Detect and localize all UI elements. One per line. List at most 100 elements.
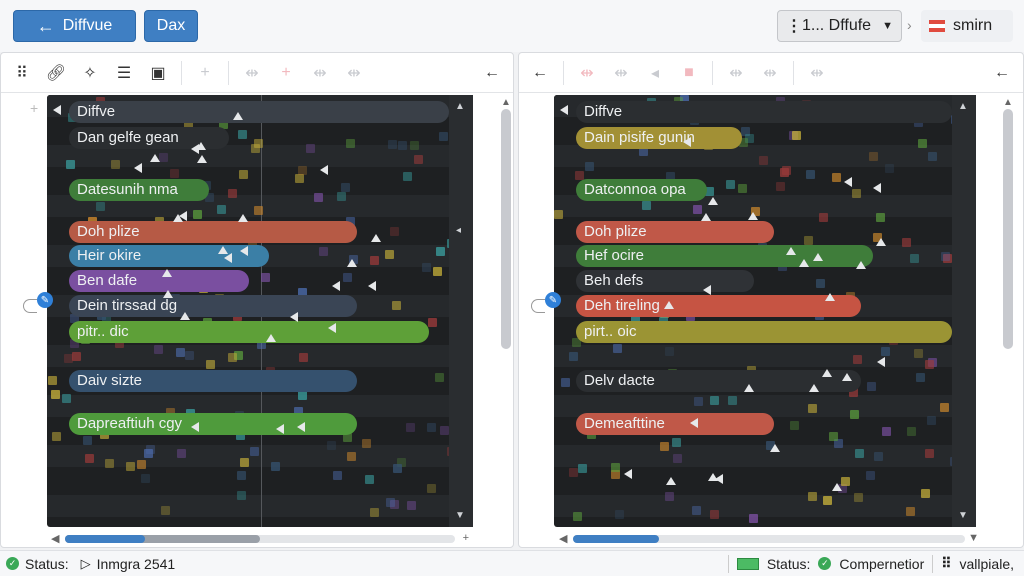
diff-row[interactable]: Dapreaftiuh cgy xyxy=(69,413,357,435)
diff-noise-block xyxy=(852,189,861,198)
diff-noise-block xyxy=(185,351,194,360)
user-chip[interactable]: smirn xyxy=(921,10,1013,42)
back-button[interactable]: ← Diffvue xyxy=(13,10,136,42)
diff-noise-block xyxy=(105,459,114,468)
scroll-up-icon[interactable]: ▲ xyxy=(958,101,968,112)
diff-noise-block xyxy=(392,301,401,310)
diff-noise-block xyxy=(217,205,226,214)
diff-row[interactable]: Ben dafe xyxy=(69,270,249,292)
change-arrow-icon xyxy=(197,155,207,163)
right-outer-scrollbar[interactable] xyxy=(1003,109,1013,349)
left-outer-scrollbar[interactable] xyxy=(501,109,511,349)
scroll-thumb-active[interactable] xyxy=(65,535,145,543)
split-icon[interactable]: ⇹ xyxy=(572,58,602,88)
diff-row[interactable]: Deh tireling xyxy=(576,295,861,317)
add-icon[interactable]: + xyxy=(30,100,38,116)
diff-noise-block xyxy=(170,169,179,178)
change-arrow-icon xyxy=(276,424,284,434)
diff-row[interactable]: Doh plize xyxy=(69,221,357,243)
scroll-thumb[interactable] xyxy=(573,535,659,543)
diff-row[interactable]: Hef ocire xyxy=(576,245,873,267)
scroll-down-icon[interactable]: ▼ xyxy=(958,510,968,521)
add-icon[interactable]: + xyxy=(463,532,469,544)
scroll-left-icon[interactable]: ◀ xyxy=(559,532,567,545)
status-right-mode[interactable]: Compernetior xyxy=(839,556,924,572)
play-icon[interactable]: ▷ xyxy=(81,556,91,572)
diff-noise-block xyxy=(362,439,371,448)
diff-row[interactable]: Demeafttine xyxy=(576,413,774,435)
split-icon[interactable]: ⇹ xyxy=(305,58,335,88)
hook-icon xyxy=(531,299,545,313)
puzzle-icon[interactable]: ✧ xyxy=(75,58,105,88)
status-ok-icon: ✓ xyxy=(6,557,19,570)
link-icon[interactable]: 🔗︎ xyxy=(41,58,71,88)
scroll-down-icon[interactable]: ▼ xyxy=(968,532,979,544)
diff-noise-block xyxy=(427,484,436,493)
right-toolbar: ← ⇹ ⇹ ◂ ■ ⇹ ⇹ ⇹ ← xyxy=(519,53,1023,93)
diff-noise-block xyxy=(433,267,442,276)
arrow-left-icon[interactable]: ← xyxy=(525,58,555,88)
diff-noise-block xyxy=(832,173,841,182)
add-icon[interactable]: + xyxy=(271,58,301,88)
diff-noise-block xyxy=(343,273,352,282)
scroll-up-icon[interactable]: ▲ xyxy=(455,101,465,112)
arrow-left-icon[interactable]: ← xyxy=(477,58,507,88)
diff-row[interactable]: Diffve xyxy=(69,101,449,123)
change-arrow-icon xyxy=(690,418,698,428)
left-toolbar: ⠿ 🔗︎ ✧ ☰ ▣ + ⇹ + ⇹ ⇹ ← xyxy=(1,53,513,93)
right-code-area[interactable]: Diffve Dain pisife gunin Datconnoa opa Doh … xyxy=(554,95,976,527)
diff-row[interactable]: Dein tirssad dg xyxy=(69,295,357,317)
scroll-up-icon[interactable]: ▲ xyxy=(501,97,511,108)
change-arrow-icon xyxy=(191,422,199,432)
diff-row[interactable]: Beh defs xyxy=(576,270,754,292)
scroll-up-icon[interactable]: ▲ xyxy=(1003,97,1013,108)
split-icon[interactable]: ⇹ xyxy=(721,58,751,88)
right-inner-scrollbar[interactable]: ▲ ▼ xyxy=(952,95,976,527)
add-icon[interactable]: + xyxy=(190,58,220,88)
diff-row[interactable]: Dain pisife gunin xyxy=(576,127,742,149)
split-icon[interactable]: ⇹ xyxy=(755,58,785,88)
status-left-value: Inmgra 2541 xyxy=(96,555,176,572)
arrow-left-icon[interactable]: ← xyxy=(987,58,1017,88)
diff-row[interactable]: pirt.. oic xyxy=(576,321,952,343)
grid-icon[interactable]: ⠿ xyxy=(7,58,37,88)
diff-noise-block xyxy=(154,345,163,354)
triangle-icon[interactable]: ◂ xyxy=(640,58,670,88)
diff-noise-block xyxy=(177,449,186,458)
diff-row[interactable]: Datconnoa opa xyxy=(576,179,707,201)
square-icon[interactable]: ■ xyxy=(674,58,704,88)
split-icon[interactable]: ⇹ xyxy=(802,58,832,88)
diff-row[interactable]: Daiv sizte xyxy=(69,370,357,392)
left-code-area[interactable]: Diffve Dan gelfe gean Datesunih nma Doh pli… xyxy=(47,95,473,527)
left-horizontal-scrollbar[interactable]: ◀ + xyxy=(51,531,469,545)
left-inner-scrollbar[interactable]: ▲ ◂ ▼ xyxy=(449,95,473,527)
diff-noise-block xyxy=(261,273,270,282)
diff-row[interactable]: Heir okire xyxy=(69,245,269,267)
split-icon[interactable]: ⇹ xyxy=(339,58,369,88)
stack-icon[interactable]: ☰ xyxy=(109,58,139,88)
pin-icon[interactable]: ✎ xyxy=(545,292,561,308)
scroll-down-icon[interactable]: ▼ xyxy=(455,510,465,521)
right-horizontal-scrollbar[interactable]: ◀ ▼ xyxy=(559,531,979,545)
grid-icon[interactable]: ⠿ xyxy=(941,555,951,572)
file-select[interactable]: ⋮ 1... Dffufe ▼ xyxy=(777,10,902,42)
toolbar-divider xyxy=(793,60,794,85)
diff-row[interactable]: pitr.. dic xyxy=(69,321,429,343)
change-arrow-icon xyxy=(320,165,328,175)
scroll-left-icon[interactable]: ◀ xyxy=(51,532,59,545)
diff-noise-block xyxy=(642,201,651,210)
status-right-label: Status: xyxy=(766,555,811,572)
split-icon[interactable]: ⇹ xyxy=(237,58,267,88)
image-icon[interactable]: ▣ xyxy=(143,58,173,88)
diff-row[interactable]: Diffve xyxy=(576,101,952,123)
diff-row[interactable]: Datesunih nma xyxy=(69,179,209,201)
dax-button[interactable]: Dax xyxy=(144,10,198,42)
diff-noise-block xyxy=(573,512,582,521)
diff-row[interactable]: Doh plize xyxy=(576,221,774,243)
split-icon[interactable]: ⇹ xyxy=(606,58,636,88)
diff-noise-block xyxy=(298,391,307,400)
change-arrow-icon xyxy=(748,212,758,220)
pin-icon[interactable]: ✎ xyxy=(37,292,53,308)
diff-noise-block xyxy=(672,438,681,447)
status-left: ✓ Status: ▷ Inmgra 2541 xyxy=(6,556,175,572)
